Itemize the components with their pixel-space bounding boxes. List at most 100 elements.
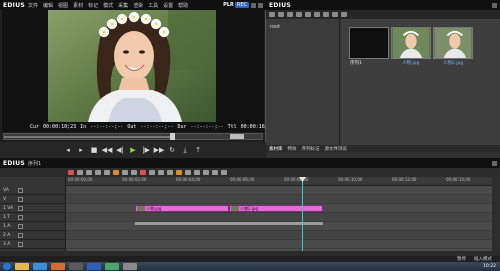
snap-icon[interactable] <box>167 170 173 175</box>
delete-icon[interactable] <box>332 12 338 17</box>
track-head[interactable]: 3 A <box>0 240 66 249</box>
track-head[interactable]: 1 A <box>0 222 66 231</box>
bin-clip-photo2[interactable] <box>433 27 473 59</box>
bin-clip-sequence[interactable] <box>349 27 389 59</box>
bin-clip-photo1[interactable] <box>391 27 431 59</box>
track-toggle[interactable] <box>18 214 23 220</box>
set-out-icon[interactable]: ▸ <box>76 145 86 155</box>
menu-marker[interactable]: 标记 <box>88 2 98 9</box>
start-button-icon[interactable] <box>3 263 11 270</box>
timeline-clip[interactable]: 人物.jpg <box>135 205 229 212</box>
bin-close-icon[interactable] <box>492 2 497 8</box>
menu-mode[interactable]: 模式 <box>103 2 113 9</box>
timeline-ruler[interactable]: 00:00:00;00 00:00:02;00 00:00:04;00 00:0… <box>66 177 492 186</box>
settings-app-icon[interactable] <box>123 263 137 270</box>
plr-mode-badge[interactable]: PLR <box>222 2 235 8</box>
menu-settings[interactable]: 设置 <box>163 2 173 9</box>
tab-bin[interactable]: 素材库 <box>269 146 283 152</box>
track-toggle[interactable] <box>18 187 23 193</box>
menu-capture[interactable]: 采集 <box>118 2 128 9</box>
track-head[interactable]: 1 VA <box>0 204 66 213</box>
zoom-in-icon[interactable] <box>203 170 209 175</box>
scrub-handle[interactable] <box>170 133 175 140</box>
track-toggle[interactable] <box>18 205 23 211</box>
rec-mode-badge[interactable]: REC <box>234 2 249 8</box>
track-toggle[interactable] <box>18 223 23 229</box>
timeline-cursor[interactable] <box>302 178 303 251</box>
track-head[interactable]: 1 T <box>0 213 66 222</box>
delete-clip-icon[interactable] <box>140 170 146 175</box>
track-label: 1 VA <box>3 205 14 211</box>
open-project-icon[interactable] <box>77 170 83 175</box>
menu-render[interactable]: 渲染 <box>133 2 143 9</box>
bin-tree-root[interactable]: root <box>270 24 280 30</box>
track-lane[interactable] <box>66 231 492 240</box>
redo-icon[interactable] <box>104 170 110 175</box>
tab-effects[interactable]: 特效 <box>288 146 297 152</box>
set-in-icon[interactable]: ◂ <box>63 145 73 155</box>
search-icon[interactable] <box>278 12 284 17</box>
add-clip-icon[interactable] <box>296 12 302 17</box>
timeline-clip[interactable]: 人物2.jpg <box>229 205 323 212</box>
explorer-icon[interactable] <box>15 263 29 270</box>
close-icon[interactable] <box>258 2 263 8</box>
word-icon[interactable] <box>87 263 101 270</box>
menu-file[interactable]: 文件 <box>28 2 38 9</box>
undo-icon[interactable] <box>95 170 101 175</box>
copy-icon[interactable] <box>314 12 320 17</box>
up-folder-icon[interactable] <box>287 12 293 17</box>
render-icon[interactable] <box>176 170 182 175</box>
cut-icon[interactable] <box>305 12 311 17</box>
fast-forward-icon[interactable]: ▶▶ <box>154 145 165 155</box>
edius-task-icon[interactable] <box>69 263 83 270</box>
ruler-tick: 00:00:14;00 <box>446 177 471 182</box>
split-icon[interactable] <box>149 170 155 175</box>
copy-clip-icon[interactable] <box>122 170 128 175</box>
track-toggle[interactable] <box>18 241 23 247</box>
menu-tools[interactable]: 工具 <box>148 2 158 9</box>
overwrite-clip-icon[interactable]: ⤒ <box>193 145 203 155</box>
menu-view[interactable]: 视图 <box>58 2 68 9</box>
tab-sequence-markers[interactable]: 序列标记 <box>302 146 320 152</box>
insert-clip-icon[interactable]: ⤓ <box>180 145 190 155</box>
bin-folder-tree <box>266 19 340 145</box>
media-player-icon[interactable] <box>51 263 65 270</box>
paste-clip-icon[interactable] <box>131 170 137 175</box>
record-icon[interactable] <box>68 170 74 175</box>
marker-icon[interactable] <box>194 170 200 175</box>
track-toggle[interactable] <box>18 232 23 238</box>
step-back-icon[interactable]: ◀| <box>115 145 125 155</box>
play-icon[interactable]: ▶ <box>128 145 138 155</box>
export-icon[interactable] <box>185 170 191 175</box>
track-lane[interactable] <box>66 186 492 195</box>
view-icon[interactable] <box>341 12 347 17</box>
ripple-icon[interactable] <box>158 170 164 175</box>
folder-icon[interactable] <box>269 12 275 17</box>
timeline-close-icon[interactable] <box>492 160 497 166</box>
settings-icon[interactable] <box>221 170 227 175</box>
step-forward-icon[interactable]: |▶ <box>141 145 151 155</box>
cut-clip-icon[interactable] <box>113 170 119 175</box>
sequence-name[interactable]: 序列1 <box>28 160 41 167</box>
track-toggle[interactable] <box>18 196 23 202</box>
menu-help[interactable]: 帮助 <box>178 2 188 9</box>
timeline-vertical-scrollbar[interactable] <box>492 177 500 251</box>
tab-source-browser[interactable]: 源文件浏览 <box>325 146 348 152</box>
menu-clip[interactable]: 素材 <box>73 2 83 9</box>
menu-edit[interactable]: 编辑 <box>43 2 53 9</box>
paste-icon[interactable] <box>323 12 329 17</box>
track-head[interactable]: 2 A <box>0 231 66 240</box>
track-lane[interactable] <box>66 195 492 204</box>
rewind-icon[interactable]: ◀◀ <box>102 145 113 155</box>
track-head[interactable]: VA <box>0 186 66 195</box>
browser-icon[interactable] <box>33 263 47 270</box>
save-project-icon[interactable] <box>86 170 92 175</box>
stop-icon[interactable]: ■ <box>89 145 99 155</box>
track-lane[interactable] <box>66 213 492 222</box>
zoom-out-icon[interactable] <box>212 170 218 175</box>
minimize-icon[interactable] <box>251 2 256 8</box>
loop-icon[interactable]: ↻ <box>167 145 177 155</box>
track-lane[interactable] <box>66 240 492 249</box>
track-head[interactable]: V <box>0 195 66 204</box>
photo-app-icon[interactable] <box>105 263 119 270</box>
